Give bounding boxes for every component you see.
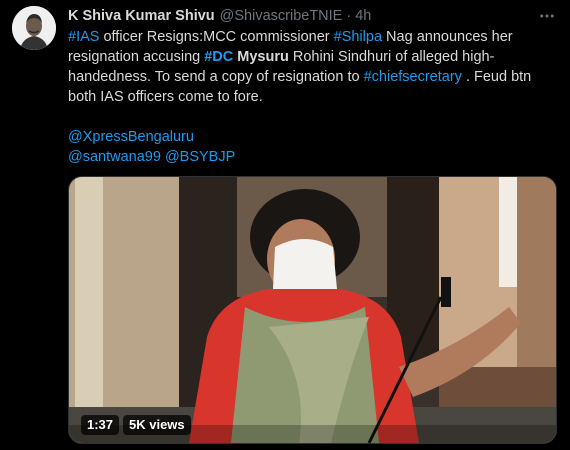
hashtag-chiefsecretary[interactable]: #chiefsecretary	[364, 69, 462, 85]
tweet-text-line: @XpressBengaluru	[68, 127, 558, 147]
text-segment: . Feud btn	[461, 69, 532, 85]
more-options-button[interactable]	[536, 6, 558, 26]
mention-bsybjp[interactable]: @BSYBJP	[165, 149, 235, 165]
mention-santwana99[interactable]: @santwana99	[68, 149, 161, 165]
video-view-count-badge: 5K views	[123, 415, 191, 435]
hashtag-dc[interactable]: #DC	[204, 49, 233, 65]
text-segment: Nag announces her	[382, 29, 513, 45]
tweet-header: K Shiva Kumar Shivu @ShivascribeTNIE · 4…	[68, 6, 558, 26]
hashtag-ias[interactable]: #IAS	[68, 29, 99, 45]
text-segment: resignation accusing	[68, 49, 205, 65]
author-name[interactable]: K Shiva Kumar Shivu	[68, 6, 215, 26]
tweet-card[interactable]: K Shiva Kumar Shivu @ShivascribeTNIE · 4…	[0, 0, 570, 450]
hashtag-shilpa[interactable]: #Shilpa	[334, 29, 382, 45]
tweet-text-line: @santwana99 @BSYBJP	[68, 147, 558, 167]
bold-mysuru: Mysuru	[237, 49, 289, 65]
text-segment: officer Resigns:MCC commissioner	[99, 29, 334, 45]
video-duration-badge: 1:37	[81, 415, 120, 435]
tweet-timestamp[interactable]: 4h	[355, 6, 371, 26]
ellipsis-icon	[540, 14, 554, 18]
video-player[interactable]: 1:37 5K views	[68, 176, 557, 444]
text-segment: Rohini Sindhuri of alleged high-	[288, 49, 495, 65]
tweet-text-line: #IAS officer Resigns:MCC commissioner #S…	[68, 27, 558, 47]
tweet-text-line: resignation accusing #DC Mysuru Rohini S…	[68, 47, 558, 67]
author-handle[interactable]: @ShivascribeTNIE	[220, 6, 343, 26]
tweet-text: #IAS officer Resigns:MCC commissioner #S…	[68, 27, 558, 167]
author-avatar[interactable]	[12, 6, 56, 50]
header-separator: ·	[346, 8, 352, 24]
video-thumbnail	[69, 177, 556, 443]
mention-xpressbengaluru[interactable]: @XpressBengaluru	[68, 129, 194, 145]
text-segment: handedness. To send a copy of resignatio…	[68, 69, 364, 85]
tweet-text-line: both IAS officers come to fore.	[68, 89, 263, 105]
tweet-text-line: handedness. To send a copy of resignatio…	[68, 67, 558, 87]
